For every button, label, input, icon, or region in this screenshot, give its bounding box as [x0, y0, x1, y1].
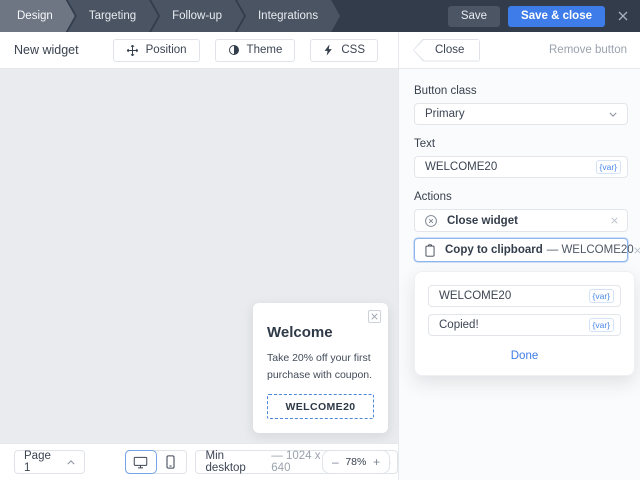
widget-toolbar: New widget Position Theme CSS: [0, 32, 398, 69]
copied-feedback-row: {var}: [428, 314, 621, 336]
copy-value-row: {var}: [428, 285, 621, 307]
close-icon: [617, 10, 629, 22]
copy-value-input[interactable]: [439, 290, 589, 302]
zoom-out-button[interactable]: –: [332, 456, 339, 468]
theme-button[interactable]: Theme: [215, 39, 296, 62]
mobile-icon: [165, 455, 176, 469]
zoom-level: 78%: [345, 456, 366, 468]
close-panel-button[interactable]: Close: [413, 39, 480, 62]
bottom-toolbar: Page 1 Min desktop — 1024 x 640 – 78% +: [0, 443, 398, 480]
preview-canvas[interactable]: Welcome Take 20% off your first purchase…: [0, 69, 398, 443]
action-close-widget[interactable]: Close widget: [414, 209, 628, 232]
done-link[interactable]: Done: [428, 343, 621, 367]
page-select[interactable]: Page 1: [14, 450, 85, 474]
contrast-icon: [228, 44, 240, 56]
action-copy-detail: — WELCOME20: [547, 244, 634, 256]
mobile-view-button[interactable]: [156, 451, 186, 473]
widget-preview-card[interactable]: Welcome Take 20% off your first purchase…: [253, 303, 388, 433]
move-icon: [126, 44, 139, 57]
save-button[interactable]: Save: [448, 6, 500, 27]
page-select-label: Page 1: [24, 450, 60, 474]
inspector-header: Close Remove button: [399, 32, 640, 69]
navbar-actions: Save Save & close: [448, 0, 640, 32]
desktop-icon: [133, 455, 148, 469]
tab-design[interactable]: Design: [0, 0, 75, 32]
text-field-row: {var}: [414, 156, 628, 178]
tab-design-label: Design: [17, 10, 53, 22]
device-toggle-group: [125, 450, 187, 474]
css-button-label: CSS: [341, 44, 365, 56]
tab-follow-up-label: Follow-up: [172, 10, 222, 22]
remove-action-icon[interactable]: [611, 217, 618, 224]
tab-targeting-label: Targeting: [89, 10, 136, 22]
text-field-label: Text: [414, 138, 628, 150]
theme-button-label: Theme: [247, 44, 283, 56]
main-tabs: Design Targeting Follow-up Integrations: [0, 0, 448, 32]
viewport-size-label: Min desktop: [206, 450, 267, 474]
widget-heading: Welcome: [267, 324, 374, 341]
position-button[interactable]: Position: [113, 39, 200, 62]
inspector-body: Button class Primary Text {var} Actions …: [399, 69, 640, 376]
tab-integrations-label: Integrations: [258, 10, 318, 22]
tab-targeting[interactable]: Targeting: [68, 0, 158, 32]
insert-variable-button[interactable]: {var}: [596, 160, 622, 174]
lightning-icon: [323, 44, 334, 56]
save-and-close-button[interactable]: Save & close: [508, 6, 605, 27]
chevron-up-icon: [67, 460, 75, 465]
circle-x-icon: [424, 214, 438, 228]
zoom-in-button[interactable]: +: [373, 456, 380, 468]
remove-button-link[interactable]: Remove button: [549, 44, 627, 56]
close-panel-label: Close: [435, 44, 464, 56]
insert-variable-button[interactable]: {var}: [589, 289, 615, 303]
widget-title: New widget: [14, 43, 113, 57]
close-icon: [371, 313, 378, 320]
button-class-value: Primary: [425, 108, 465, 120]
desktop-view-button[interactable]: [126, 451, 156, 473]
text-input[interactable]: [425, 161, 596, 173]
tab-follow-up[interactable]: Follow-up: [151, 0, 244, 32]
inspector-panel: Close Remove button Button class Primary…: [398, 32, 640, 480]
chevron-down-icon: [609, 112, 617, 117]
zoom-control: – 78% +: [322, 450, 390, 474]
copied-feedback-input[interactable]: [439, 319, 589, 331]
top-navbar: Design Targeting Follow-up Integrations …: [0, 0, 640, 32]
actions-label: Actions: [414, 191, 628, 203]
insert-variable-button[interactable]: {var}: [589, 318, 615, 332]
button-class-label: Button class: [414, 85, 628, 97]
widget-close-button[interactable]: [368, 310, 381, 323]
action-copy-label: Copy to clipboard: [445, 244, 543, 256]
remove-action-icon[interactable]: [634, 247, 640, 254]
copy-action-popover: {var} {var} Done: [414, 271, 635, 376]
button-class-select[interactable]: Primary: [414, 103, 628, 125]
action-close-widget-label: Close widget: [447, 215, 518, 227]
widget-body-text: Take 20% off your first purchase with co…: [267, 350, 374, 383]
clipboard-icon: [424, 244, 436, 257]
close-editor-button[interactable]: [617, 10, 629, 22]
css-button[interactable]: CSS: [310, 39, 378, 62]
position-button-label: Position: [146, 44, 187, 56]
tab-integrations[interactable]: Integrations: [237, 0, 340, 32]
widget-coupon-button[interactable]: WELCOME20: [267, 394, 374, 419]
action-copy-to-clipboard[interactable]: Copy to clipboard — WELCOME20: [414, 238, 628, 262]
